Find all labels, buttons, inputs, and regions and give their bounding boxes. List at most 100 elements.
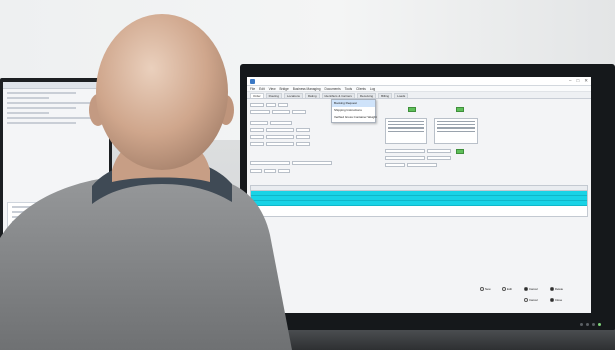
form-row <box>250 109 306 114</box>
form-row <box>250 127 310 132</box>
tab-receiving[interactable]: Receiving <box>356 93 377 98</box>
right-monitor: – □ ✕ File Edit View Bridge Business Man… <box>240 64 615 332</box>
radio-label: Cancel <box>529 298 538 302</box>
radio-cancel[interactable]: Cancel <box>524 287 538 291</box>
left-screen-text-line <box>7 122 76 124</box>
left-monitor <box>0 78 112 328</box>
radio-label: Close <box>555 298 563 302</box>
form-input[interactable] <box>278 102 288 107</box>
form-input[interactable] <box>250 168 262 173</box>
form-input[interactable] <box>264 168 276 173</box>
form-input[interactable] <box>266 102 276 107</box>
left-panel-line <box>12 216 51 218</box>
menu-log[interactable]: Log <box>370 87 375 91</box>
menu-view[interactable]: View <box>269 87 276 91</box>
menu-business-managing[interactable]: Business Managing <box>293 87 321 91</box>
form-input[interactable] <box>250 160 290 165</box>
tab-locations[interactable]: Locations <box>284 93 303 98</box>
left-panel-line <box>12 246 100 248</box>
radio-edit[interactable]: Edit <box>502 287 512 291</box>
green-action-button[interactable] <box>456 107 464 112</box>
tab-billing[interactable]: Billing <box>378 93 393 98</box>
left-panel-line <box>12 231 51 233</box>
menu-documents[interactable]: Documents <box>325 87 341 91</box>
maximize-icon[interactable]: □ <box>577 78 580 84</box>
app-logo-icon <box>250 78 255 84</box>
form-input[interactable] <box>292 160 332 165</box>
form-input[interactable] <box>250 134 264 139</box>
form-input[interactable] <box>296 127 310 132</box>
menu-bridge[interactable]: Bridge <box>280 87 289 91</box>
tab-bar: Order Routing Locations Rating Identifie… <box>247 92 591 99</box>
left-panel-line <box>12 226 75 228</box>
radio-icon <box>524 287 528 291</box>
table-row[interactable] <box>251 201 587 206</box>
form-input[interactable] <box>250 141 264 146</box>
address-line <box>437 121 475 123</box>
monitor-button <box>592 323 595 326</box>
tab-identifiers[interactable]: Identifiers & Carriers <box>321 93 355 98</box>
menu-edit[interactable]: Edit <box>259 87 265 91</box>
form-input[interactable] <box>292 109 306 114</box>
form-row <box>250 120 292 125</box>
radio-close[interactable]: Close <box>550 298 562 302</box>
left-screen-text-line <box>7 107 76 109</box>
tab-rating[interactable]: Rating <box>304 93 320 98</box>
desk-edge <box>0 330 615 350</box>
form-input[interactable] <box>385 155 425 160</box>
dropdown-item-shipping-instructions[interactable]: Shipping Instructions <box>332 107 375 114</box>
order-form <box>250 102 588 182</box>
radio-label: Edit <box>507 287 512 291</box>
app-titlebar: – □ ✕ <box>247 77 591 86</box>
left-screen-text-line <box>7 112 50 114</box>
power-led-icon <box>598 323 601 326</box>
form-input[interactable] <box>385 162 405 167</box>
left-monitor-screen <box>3 82 109 322</box>
form-input[interactable] <box>278 168 290 173</box>
tab-order[interactable]: Order <box>250 93 264 98</box>
left-panel-line <box>12 236 100 238</box>
close-icon[interactable]: ✕ <box>584 78 588 84</box>
radio-new[interactable]: New <box>480 287 491 291</box>
address-line <box>437 124 475 126</box>
left-panel-line <box>12 206 100 208</box>
form-input[interactable] <box>272 109 290 114</box>
menu-clients[interactable]: Clients <box>356 87 366 91</box>
left-screen-text-line <box>7 92 76 94</box>
form-input[interactable] <box>266 127 294 132</box>
address-line <box>437 130 475 132</box>
form-input[interactable] <box>250 102 264 107</box>
form-input[interactable] <box>385 148 425 153</box>
radio-cancel-2[interactable]: Cancel <box>524 298 538 302</box>
form-input[interactable] <box>296 141 310 146</box>
radio-icon <box>480 287 484 291</box>
form-input[interactable] <box>250 127 264 132</box>
form-row <box>250 160 332 165</box>
tab-routing[interactable]: Routing <box>265 93 283 98</box>
monitor-buttons <box>580 323 601 326</box>
form-input[interactable] <box>250 120 268 125</box>
form-row <box>385 155 451 160</box>
form-input[interactable] <box>266 134 294 139</box>
form-input[interactable] <box>250 109 270 114</box>
radio-delete[interactable]: Delete <box>550 287 563 291</box>
menu-tools[interactable]: Tools <box>345 87 352 91</box>
form-input[interactable] <box>266 141 294 146</box>
monitor-button <box>586 323 589 326</box>
dropdown-item-booking-request[interactable]: Booking Request <box>332 100 375 107</box>
form-input[interactable] <box>407 162 437 167</box>
tab-loads[interactable]: Loads <box>394 93 409 98</box>
documents-dropdown-menu: Booking Request Shipping Instructions Ve… <box>331 99 377 123</box>
form-input[interactable] <box>270 120 292 125</box>
form-input[interactable] <box>296 134 310 139</box>
shipment-grid <box>250 185 588 217</box>
minimize-icon[interactable]: – <box>569 78 572 84</box>
form-input[interactable] <box>427 148 451 153</box>
green-action-button[interactable] <box>408 107 416 112</box>
form-input[interactable] <box>427 155 451 160</box>
menu-file[interactable]: File <box>250 87 255 91</box>
green-action-button[interactable] <box>456 149 464 154</box>
address-box <box>434 118 478 144</box>
photo-scene: – □ ✕ File Edit View Bridge Business Man… <box>0 0 615 350</box>
dropdown-item-vgm[interactable]: Verified Gross Container Weight <box>332 114 377 121</box>
